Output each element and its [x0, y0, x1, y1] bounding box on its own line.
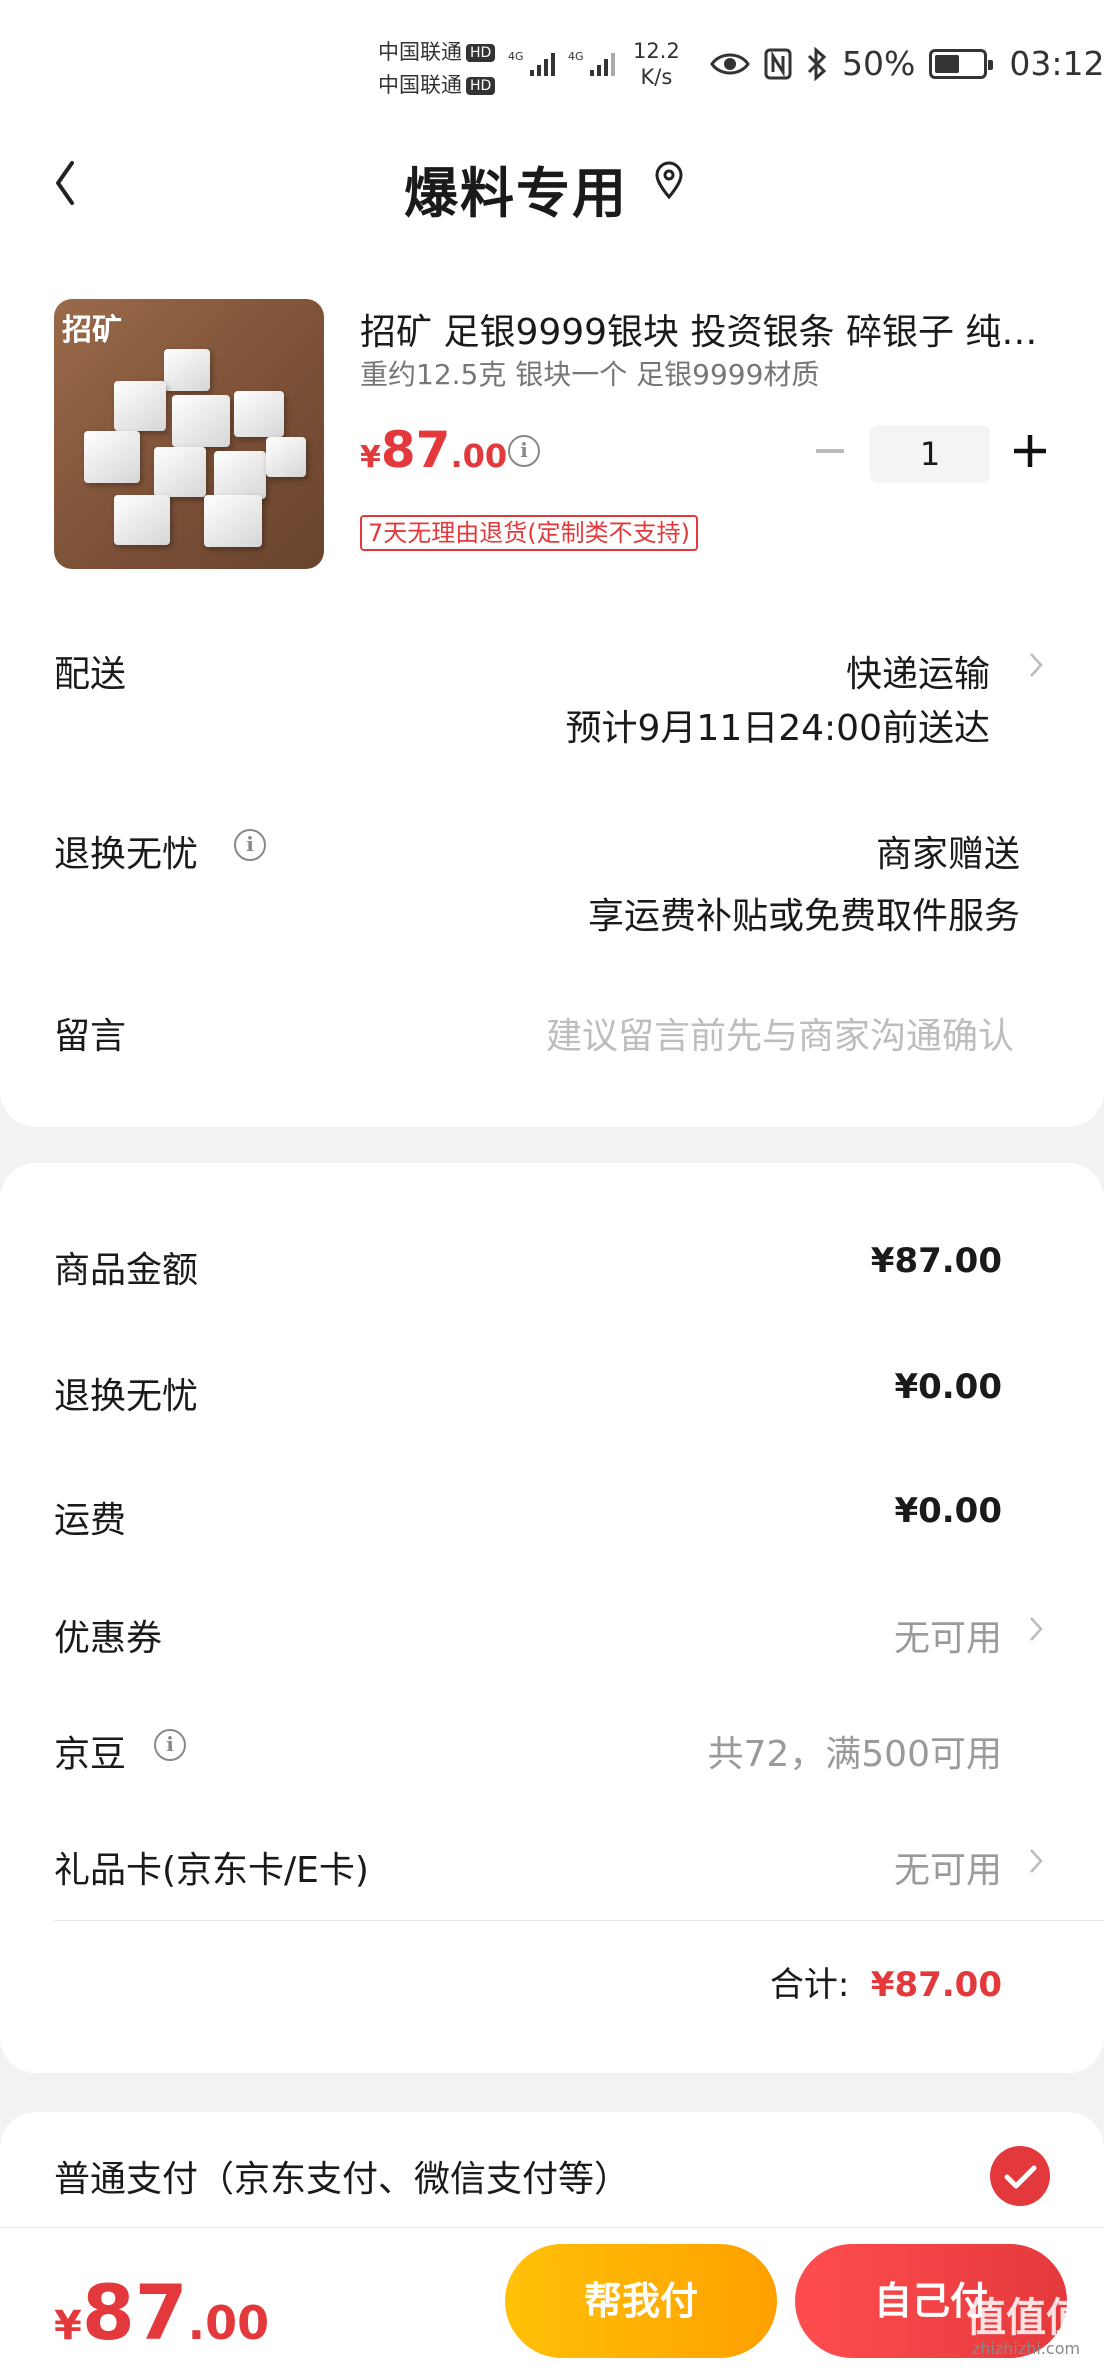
payment-method-label: 普通支付（京东支付、微信支付等）	[54, 2159, 631, 2200]
watermark-site: zhizhizhi.com	[971, 2339, 1081, 2358]
price-info-icon[interactable]: i	[508, 435, 540, 467]
goods-amount: ¥87.00	[870, 1241, 1002, 1281]
order-item-card: 招矿 招矿 足银9999银块 投资银条 碎银子 纯银银块 重约12.5克 银块一…	[0, 245, 1104, 1127]
total-symbol: ¥	[54, 2303, 82, 2349]
hd-badge: HD	[466, 44, 496, 62]
giftcard-label: 礼品卡(京东卡/E卡)	[54, 1850, 369, 1891]
return-service-value: 商家赠送	[875, 834, 1020, 875]
watermark-text: 值值值	[966, 2295, 1086, 2341]
watermark-logo: 值值值 zhizhizhi.com	[948, 2285, 1104, 2365]
product-spec: 重约12.5克 银块一个 足银9999材质	[360, 358, 820, 391]
payment-method-card[interactable]: 普通支付（京东支付、微信支付等）	[0, 2112, 1104, 2232]
chevron-right-icon[interactable]	[1026, 649, 1046, 681]
eye-icon	[710, 53, 750, 74]
chevron-right-icon[interactable]	[1026, 1845, 1046, 1877]
price-dec: .00	[450, 437, 508, 475]
carrier-2: 中国联通	[378, 73, 462, 97]
speed-unit: K/s	[640, 65, 673, 89]
status-right: 50% 03:12	[710, 44, 1104, 83]
shipping-amount: ¥0.00	[894, 1491, 1002, 1531]
bluetooth-icon	[807, 46, 827, 81]
goods-amount-label: 商品金额	[54, 1250, 199, 1291]
battery-percent: 50%	[842, 44, 916, 83]
coupon-label: 优惠券	[54, 1618, 163, 1659]
quantity-increase-button[interactable]	[1010, 431, 1050, 471]
total-int: 87	[81, 2268, 188, 2357]
product-logo: 招矿	[62, 313, 122, 348]
giftcard-value[interactable]: 无可用	[894, 1841, 1002, 1893]
return-service-info-icon[interactable]: i	[234, 829, 266, 861]
product-price: ¥87.00	[360, 421, 507, 479]
total-label: 合计:	[769, 1965, 850, 2005]
nfc-icon	[764, 48, 792, 79]
return-service-desc: 享运费补贴或免费取件服务	[587, 896, 1020, 937]
checkout-bar: ¥87.00 帮我付 自己付	[0, 2227, 1104, 2376]
coupon-value[interactable]: 无可用	[894, 1609, 1002, 1661]
battery-icon	[929, 48, 994, 79]
speed-value: 12.2	[633, 39, 680, 63]
status-bar: 中国联通 HD 中国联通 HD 4G 4G 12.2 K/s 50% 03:12	[0, 0, 1104, 125]
checkout-total: ¥87.00	[54, 2268, 269, 2357]
return-policy-tag: 7天无理由退货(定制类不支持)	[360, 515, 698, 551]
jingdou-info-icon[interactable]: i	[154, 1729, 186, 1761]
delivery-method[interactable]: 快递运输	[846, 645, 990, 697]
nav-header: 爆料专用	[0, 125, 1104, 245]
payment-selected-check[interactable]	[990, 2146, 1050, 2206]
total-amount: ¥87.00	[870, 1965, 1002, 2005]
carrier-1: 中国联通	[378, 40, 462, 64]
signal-icon: 4G	[508, 50, 555, 76]
product-image[interactable]: 招矿	[54, 299, 324, 569]
return-service-label: 退换无忧	[54, 834, 199, 875]
delivery-eta: 预计9月11日24:00前送达	[565, 708, 990, 749]
quantity-input[interactable]: 1	[870, 425, 990, 483]
network-speed: 12.2 K/s	[633, 38, 680, 90]
jingdou-value: 共72，满500可用	[707, 1734, 1002, 1775]
quantity-decrease-button[interactable]	[810, 431, 850, 471]
checkmark-icon	[1004, 2165, 1037, 2189]
page-title: 爆料专用	[404, 162, 628, 225]
message-input[interactable]: 建议留言前先与商家沟通确认	[546, 1007, 1014, 1059]
product-title[interactable]: 招矿 足银9999银块 投资银条 碎银子 纯银银块	[360, 303, 1050, 355]
amount-summary-card: 商品金额 ¥87.00 退换无忧 ¥0.00 运费 ¥0.00 优惠券 无可用 …	[0, 1163, 1104, 2073]
jingdou-label: 京豆	[54, 1734, 127, 1775]
carrier-info: 中国联通 HD 中国联通 HD	[378, 36, 496, 102]
shipping-label: 运费	[54, 1500, 127, 1541]
message-label: 留言	[54, 1016, 127, 1057]
price-int: 87	[380, 421, 451, 479]
price-symbol: ¥	[360, 440, 381, 475]
delivery-label: 配送	[54, 654, 127, 695]
divider	[54, 1920, 1104, 1921]
network-type-2: 4G	[568, 50, 584, 63]
chevron-right-icon[interactable]	[1026, 1613, 1046, 1645]
return-fee-amount: ¥0.00	[894, 1367, 1002, 1407]
hd-badge: HD	[466, 77, 496, 95]
summary-total: 合计: ¥87.00	[770, 1957, 1002, 2006]
location-pin-icon[interactable]	[652, 161, 686, 201]
help-pay-button[interactable]: 帮我付	[505, 2244, 777, 2358]
return-fee-label: 退换无忧	[54, 1376, 199, 1417]
signal-icon: 4G	[568, 50, 615, 76]
network-type-1: 4G	[508, 50, 524, 63]
clock: 03:12	[1009, 44, 1104, 83]
total-dec: .00	[187, 2296, 270, 2350]
